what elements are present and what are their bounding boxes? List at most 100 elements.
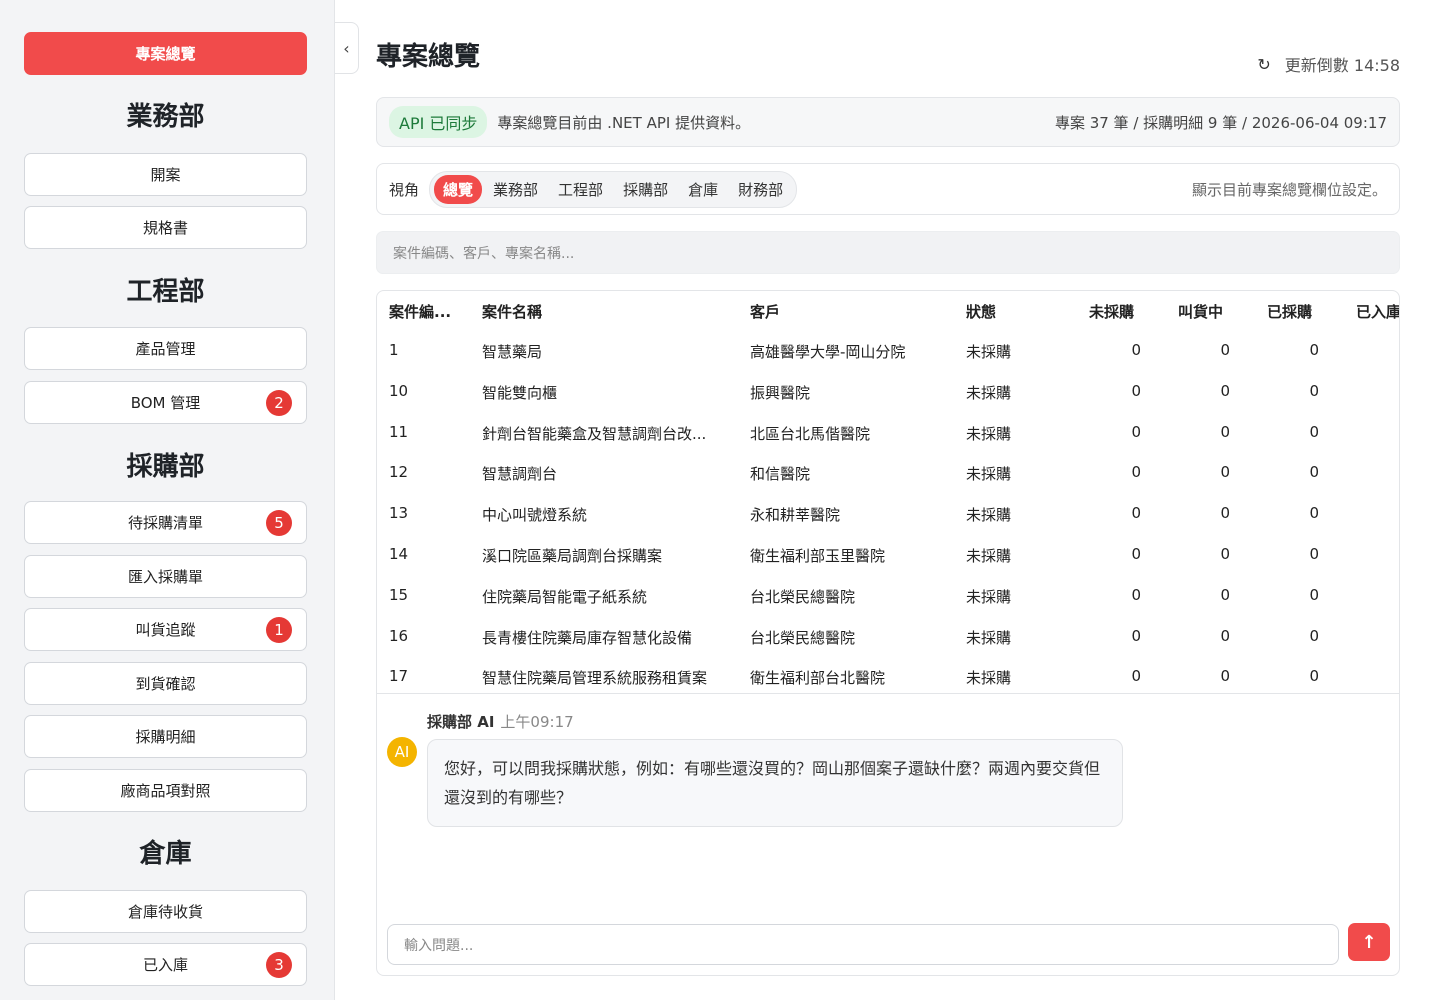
sidebar-item-label: 倉庫待收貨 — [127, 903, 203, 921]
count-badge: 2 — [266, 389, 292, 416]
table-cell: 0 — [1220, 341, 1230, 359]
table-cell: 未採購 — [966, 506, 1012, 525]
sidebar-item-label: 規格書 — [142, 219, 188, 237]
sidebar-section-title: 業務部 — [126, 102, 205, 132]
table-cell: 中心叫號燈系統 — [482, 506, 588, 525]
table-header-row: 案件編... 案件名稱 客戶 狀態 未採購 叫貨中 已採購 已入庫 — [377, 291, 1399, 331]
project-table: 案件編... 案件名稱 客戶 狀態 未採購 叫貨中 已採購 已入庫 1 智慧藥局 高雄醫學大學-岡山… — [377, 291, 1399, 694]
search-input[interactable]: 案件編碼、客戶、專案名稱... — [376, 231, 1400, 274]
table-cell: 智能雙向櫃 — [482, 383, 558, 402]
table-row[interactable]: 10 智能雙向櫃 振興醫院 未採購 0 0 0 — [377, 372, 1399, 412]
view-tab[interactable]: 工程部 — [549, 175, 612, 204]
view-note: 顯示目前專案總覽欄位設定。 — [1191, 180, 1387, 199]
column-header[interactable]: 未採購 — [1089, 301, 1134, 322]
table-cell: 未採購 — [966, 424, 1012, 443]
sidebar-item[interactable]: 開案 — [24, 153, 307, 196]
table-cell: 0 — [1220, 585, 1230, 604]
sidebar-item[interactable]: 到貨確認 — [24, 662, 307, 705]
table-cell: 10 — [389, 381, 409, 400]
page-title: 專案總覽 — [376, 42, 481, 72]
view-tab[interactable]: 採購部 — [614, 175, 677, 204]
column-header[interactable]: 叫貨中 — [1178, 301, 1223, 322]
sidebar-item[interactable]: 規格書 — [24, 206, 307, 249]
sidebar-item[interactable]: 待採購清單 5 — [24, 501, 307, 544]
table-row[interactable]: 11 針劑台智能藥盒及智慧調劑台改... 北區台北馬偕醫院 未採購 0 0 0 — [377, 413, 1399, 453]
table-cell: 1 — [389, 341, 399, 359]
column-header[interactable]: 案件名稱 — [482, 301, 542, 322]
refresh-icon[interactable]: ↻ — [1257, 55, 1270, 74]
table-cell: 未採購 — [966, 343, 1012, 361]
table-row[interactable]: 1 智慧藥局 高雄醫學大學-岡山分院 未採購 0 0 0 — [377, 331, 1399, 371]
count-badge: 5 — [266, 509, 292, 536]
table-cell: 0 — [1309, 545, 1319, 563]
table-cell: 0 — [1309, 626, 1319, 645]
column-header[interactable]: 已入庫 — [1356, 301, 1399, 322]
table-cell: 0 — [1220, 422, 1230, 441]
sidebar-item-label: 採購明細 — [135, 728, 196, 746]
table-cell: 0 — [1131, 504, 1141, 523]
view-tab[interactable]: 財務部 — [729, 175, 792, 204]
view-tab[interactable]: 倉庫 — [679, 175, 727, 204]
table-cell: 永和耕莘醫院 — [750, 506, 841, 525]
sidebar-item[interactable]: 倉庫待收貨 — [24, 890, 307, 933]
view-label: 視角 — [389, 180, 420, 199]
table-cell: 0 — [1220, 626, 1230, 645]
table-cell: 0 — [1131, 585, 1141, 604]
view-tab[interactable]: 業務部 — [484, 175, 547, 204]
chat-input[interactable]: 輸入問題... — [387, 924, 1339, 965]
table-cell: 振興醫院 — [750, 383, 811, 402]
sidebar-item-label: 叫貨追蹤 — [135, 621, 196, 639]
table-cell: 未採購 — [966, 465, 1012, 484]
view-bar: 視角 總覽 業務部 工程部 採購部 倉庫 財務部 顯示目前專案總覽欄位設定。 — [376, 163, 1400, 215]
app: 專案總覽 業務部 開案 規格書 工程部 產品管理 BOM 管理 2 採購部 待採購清單 5 匯入採購… — [0, 0, 1440, 1000]
table-cell: 未採購 — [966, 587, 1012, 606]
table-cell: 12 — [389, 463, 409, 482]
table-cell: 0 — [1220, 463, 1230, 482]
sidebar-item[interactable]: 叫貨追蹤 1 — [24, 608, 307, 651]
sidebar-item[interactable]: 產品管理 — [24, 327, 307, 370]
sidebar-item-overview[interactable]: 專案總覽 — [24, 32, 307, 75]
table-cell: 0 — [1131, 381, 1141, 400]
collapse-sidebar-button[interactable]: ‹ — [335, 22, 359, 74]
table-cell: 0 — [1309, 667, 1319, 686]
sidebar-item-label: 廠商品項對照 — [120, 782, 211, 800]
sidebar-section-title: 採購部 — [126, 452, 205, 482]
table-row[interactable]: 13 中心叫號燈系統 永和耕莘醫院 未採購 0 0 0 — [377, 494, 1399, 534]
sidebar-item[interactable]: 採購明細 — [24, 715, 307, 758]
table-cell: 0 — [1309, 463, 1319, 482]
table-cell: 0 — [1131, 545, 1141, 563]
send-button[interactable]: ↑ — [1348, 923, 1390, 961]
sidebar-item-label: 開案 — [150, 166, 181, 184]
sidebar-item[interactable]: BOM 管理 2 — [24, 381, 307, 424]
sidebar-item[interactable]: 廠商品項對照 — [24, 769, 307, 812]
sidebar-item[interactable]: 已入庫 3 — [24, 943, 307, 986]
column-header[interactable]: 案件編... — [389, 301, 451, 322]
count-badge: 1 — [266, 616, 292, 643]
sidebar-item-label: 待採購清單 — [127, 514, 203, 532]
sidebar-item-label: 已入庫 — [142, 956, 188, 974]
api-meta-text: 專案 37 筆 / 採購明細 9 筆 / 2026-06-04 09:17 — [1054, 113, 1387, 132]
table-row[interactable]: 12 智慧調劑台 和信醫院 未採購 0 0 0 — [377, 453, 1399, 493]
table-cell: 14 — [389, 545, 409, 563]
table-cell: 0 — [1220, 545, 1230, 563]
view-tabs: 總覽 業務部 工程部 採購部 倉庫 財務部 — [429, 170, 798, 208]
table-row[interactable]: 14 溪口院區藥局調劑台採購案 衛生福利部玉里醫院 未採購 0 0 0 — [377, 535, 1399, 575]
column-header[interactable]: 客戶 — [750, 301, 780, 322]
column-header[interactable]: 已採購 — [1267, 301, 1312, 322]
table-cell: 和信醫院 — [750, 465, 811, 484]
table-row[interactable]: 16 長青樓住院藥局庫存智慧化設備 台北榮民總醫院 未採購 0 0 0 — [377, 617, 1399, 657]
table-cell: 高雄醫學大學-岡山分院 — [750, 343, 906, 361]
table-cell: 0 — [1131, 667, 1141, 686]
column-header[interactable]: 狀態 — [966, 301, 996, 322]
table-cell: 北區台北馬偕醫院 — [750, 424, 871, 443]
table-cell: 未採購 — [966, 547, 1012, 565]
refresh-countdown[interactable]: ↻ 更新倒數 14:58 — [1257, 52, 1400, 76]
table-cell: 針劑台智能藥盒及智慧調劑台改... — [482, 424, 707, 443]
table-cell: 智慧住院藥局管理系統服務租賃案 — [482, 669, 708, 688]
chevron-left-icon: ‹ — [343, 38, 350, 58]
table-row[interactable]: 17 智慧住院藥局管理系統服務租賃案 衛生福利部台北醫院 未採購 0 0 0 — [377, 657, 1399, 693]
table-row[interactable]: 15 住院藥局智能電子紙系統 台北榮民總醫院 未採購 0 0 0 — [377, 576, 1399, 616]
sidebar-item[interactable]: 匯入採購單 — [24, 555, 307, 598]
view-tab[interactable]: 總覽 — [434, 174, 483, 204]
table-cell: 0 — [1220, 381, 1230, 400]
